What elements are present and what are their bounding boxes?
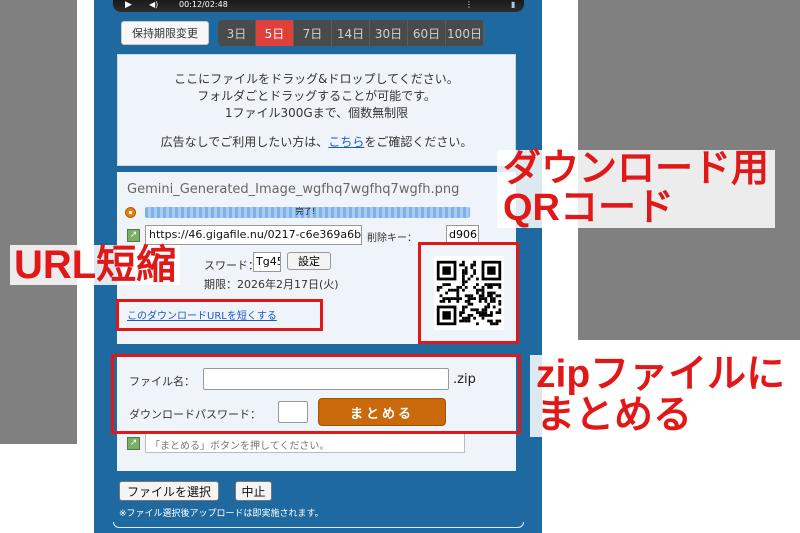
ad-free-notice: 広告なしでご利用したい方は、こちらをご確認ください。 bbox=[118, 134, 515, 151]
zip-callout-box bbox=[111, 354, 521, 434]
retention-change-button[interactable]: 保持期限変更 bbox=[121, 21, 209, 45]
file-drop-area[interactable]: ここにファイルをドラッグ&ドロップしてください。 フォルダごとドラッグすることが… bbox=[117, 54, 516, 166]
left-backdrop bbox=[0, 0, 77, 444]
shorten-callout-box bbox=[116, 299, 323, 331]
upload-progress-bar: 完了！ bbox=[145, 207, 470, 218]
abort-button[interactable]: 中止 bbox=[235, 481, 272, 501]
retention-day-1[interactable]: 5日 bbox=[256, 20, 294, 46]
retention-day-2[interactable]: 7日 bbox=[294, 20, 332, 46]
url-shorten-annotation: URL短縮 bbox=[10, 245, 181, 285]
player-edge-icon: ▮ bbox=[511, 0, 516, 9]
retention-day-4[interactable]: 30日 bbox=[370, 20, 408, 46]
retention-days-selector: 3日 5日 7日 14日 30日 60日 100日 bbox=[218, 20, 484, 46]
media-player-bar: ▶ ◀) 00:12/02:48 ⋮ ▮ bbox=[113, 0, 524, 12]
download-url-field[interactable]: https://46.gigafile.nu/0217-c6e369a6b754… bbox=[145, 225, 362, 245]
zip-status-field[interactable]: 「まとめる」ボタンを押してください。 bbox=[145, 433, 465, 453]
set-password-button[interactable]: 設定 bbox=[287, 252, 331, 270]
ad-free-link[interactable]: こちら bbox=[328, 135, 364, 149]
retention-day-6[interactable]: 100日 bbox=[446, 20, 484, 46]
zip-copy-icon[interactable]: ↗ bbox=[127, 437, 140, 450]
drop-instruction-3: 1ファイル300Gまで、個数無制限 bbox=[224, 106, 409, 120]
expiry-date: 期限：2026年2月17日(火) bbox=[204, 278, 339, 291]
zip-annotation-line1: zipファイルに bbox=[536, 353, 786, 396]
play-icon[interactable]: ▶ bbox=[125, 0, 132, 10]
uploaded-filename: Gemini_Generated_Image_wgfhq7wgfhq7wgfh.… bbox=[127, 182, 460, 197]
volume-icon[interactable]: ◀) bbox=[149, 0, 158, 9]
password-field[interactable]: Tg45 bbox=[253, 252, 281, 272]
select-file-button[interactable]: ファイルを選択 bbox=[119, 481, 219, 501]
progress-status: 完了！ bbox=[295, 207, 320, 216]
drop-instruction-1: ここにファイルをドラッグ&ドロップしてください。 bbox=[174, 72, 459, 86]
drop-instruction-2: フォルダごとドラッグすることが可能です。 bbox=[197, 89, 436, 103]
qr-callout-box bbox=[418, 242, 519, 344]
retention-day-0[interactable]: 3日 bbox=[218, 20, 256, 46]
password-label: スワード： bbox=[204, 259, 259, 272]
delete-key-label: 削除キー： bbox=[367, 233, 417, 244]
qr-annotation-line2: QRコード bbox=[503, 186, 675, 229]
copy-url-icon[interactable]: ↗ bbox=[127, 229, 140, 242]
panel-bottom-edge bbox=[113, 522, 524, 528]
qr-annotation: ダウンロード用 QRコード bbox=[497, 148, 776, 229]
stop-upload-icon[interactable] bbox=[125, 207, 136, 218]
qr-annotation-line1: ダウンロード用 bbox=[503, 148, 770, 190]
screenshot-stage: ▶ ◀) 00:12/02:48 ⋮ ▮ 保持期限変更 3日 5日 7日 14日 30日… bbox=[0, 0, 800, 533]
zip-annotation: zipファイルに まとめる bbox=[530, 353, 792, 437]
ad-notice-suffix: をご確認ください。 bbox=[364, 135, 473, 149]
ad-notice-prefix: 広告なしでご利用したい方は、 bbox=[160, 135, 329, 149]
more-icon[interactable]: ⋮ bbox=[465, 0, 473, 9]
retention-day-5[interactable]: 60日 bbox=[408, 20, 446, 46]
zip-annotation-line2: まとめる bbox=[536, 393, 693, 437]
upload-note: ※ファイル選択後アップロードは即実施されます。 bbox=[119, 509, 324, 519]
retention-day-3[interactable]: 14日 bbox=[332, 20, 370, 46]
player-time: 00:12/02:48 bbox=[179, 0, 228, 9]
